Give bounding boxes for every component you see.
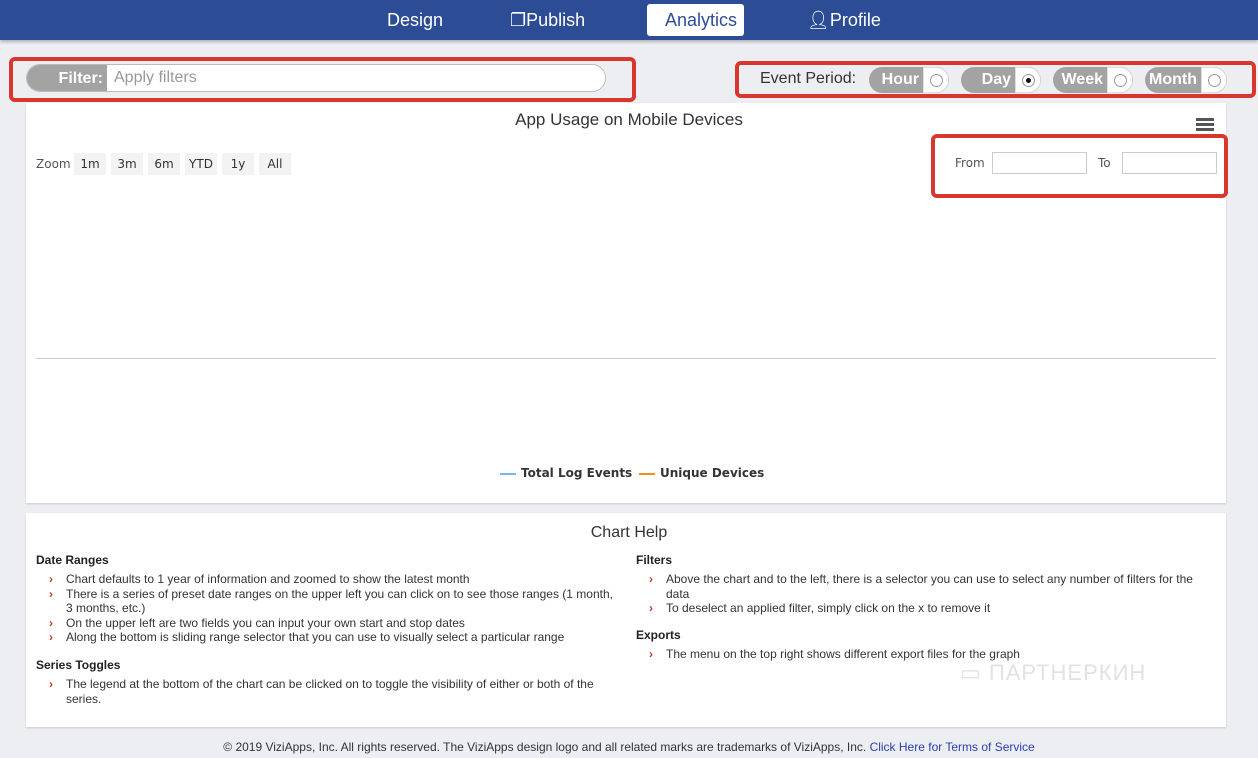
period-label: Week — [1061, 71, 1103, 88]
zoom-6m[interactable]: 6m — [148, 153, 180, 175]
filter-box: Filter: — [26, 64, 606, 92]
list-item: The legend at the bottom of the chart ca… — [36, 677, 616, 706]
tab-publish[interactable]: ❐Publish — [492, 4, 603, 36]
filter-input[interactable] — [107, 65, 605, 91]
list-item: Along the bottom is sliding range select… — [36, 630, 616, 645]
zoom-1y[interactable]: 1y — [222, 153, 254, 175]
exports-heading: Exports — [636, 628, 681, 642]
user-icon: 👤︎ — [807, 10, 830, 30]
list-item: To deselect an applied filter, simply cl… — [636, 601, 1206, 616]
filters-heading: Filters — [636, 553, 673, 567]
period-hour[interactable]: Hour — [869, 67, 949, 93]
radio-icon[interactable] — [1208, 74, 1221, 87]
export-menu-icon[interactable] — [1196, 118, 1214, 131]
filter-label: Filter: — [27, 65, 107, 91]
from-label: From — [955, 156, 985, 170]
list-item: Chart defaults to 1 year of information … — [36, 572, 616, 587]
zoom-ytd[interactable]: YTD — [185, 153, 217, 175]
top-nav: Design ❐Publish Analytics 👤︎Profile — [0, 0, 1258, 40]
tab-profile-label: Profile — [829, 10, 881, 30]
terms-link[interactable]: Click Here for Terms of Service — [870, 740, 1035, 754]
zoom-3m[interactable]: 3m — [111, 153, 143, 175]
series-toggles-list: The legend at the bottom of the chart ca… — [36, 677, 616, 706]
tab-analytics[interactable]: Analytics — [647, 4, 744, 36]
period-week[interactable]: Week — [1053, 67, 1133, 93]
copy-icon: ❐ — [510, 10, 527, 30]
radio-icon[interactable] — [930, 74, 943, 87]
legend-unique-devices[interactable]: Unique Devices — [639, 466, 764, 480]
radio-selected-icon[interactable] — [1022, 74, 1035, 87]
zoom-label: Zoom — [36, 157, 71, 171]
period-label: Day — [981, 71, 1011, 88]
footer: © 2019 ViziApps, Inc. All rights reserve… — [0, 740, 1258, 754]
to-label: To — [1098, 156, 1111, 170]
zoom-all[interactable]: All — [259, 153, 291, 175]
period-label: Hour — [881, 71, 919, 88]
watermark-logo: ▭ ПАРТНЕРКИН — [960, 660, 1147, 685]
period-month[interactable]: Month — [1145, 67, 1227, 93]
range-selector-line[interactable] — [36, 358, 1216, 359]
list-item: On the upper left are two fields you can… — [36, 616, 616, 631]
date-ranges-heading: Date Ranges — [36, 553, 109, 567]
event-period-label: Event Period: — [760, 70, 857, 87]
filters-list: Above the chart and to the left, there i… — [636, 572, 1206, 616]
legend-label: Unique Devices — [660, 466, 765, 480]
zoom-1m[interactable]: 1m — [74, 153, 106, 175]
from-date-input[interactable] — [992, 152, 1087, 174]
series-toggles-heading: Series Toggles — [36, 658, 121, 672]
legend-label: Total Log Events — [521, 466, 633, 480]
period-label: Month — [1149, 71, 1197, 88]
legend-total-log-events[interactable]: Total Log Events — [500, 466, 632, 480]
list-item: There is a series of preset date ranges … — [36, 587, 616, 616]
tab-design[interactable]: Design — [369, 4, 461, 36]
date-ranges-list: Chart defaults to 1 year of information … — [36, 572, 616, 645]
to-date-input[interactable] — [1122, 152, 1217, 174]
help-title: Chart Help — [590, 524, 668, 541]
radio-icon[interactable] — [1114, 74, 1127, 87]
footer-text: © 2019 ViziApps, Inc. All rights reserve… — [223, 740, 867, 754]
period-day[interactable]: Day — [961, 67, 1041, 93]
list-item: Above the chart and to the left, there i… — [636, 572, 1206, 601]
tab-profile[interactable]: 👤︎Profile — [789, 4, 899, 36]
tab-publish-label: Publish — [526, 10, 586, 30]
chart-title: App Usage on Mobile Devices — [515, 110, 743, 129]
